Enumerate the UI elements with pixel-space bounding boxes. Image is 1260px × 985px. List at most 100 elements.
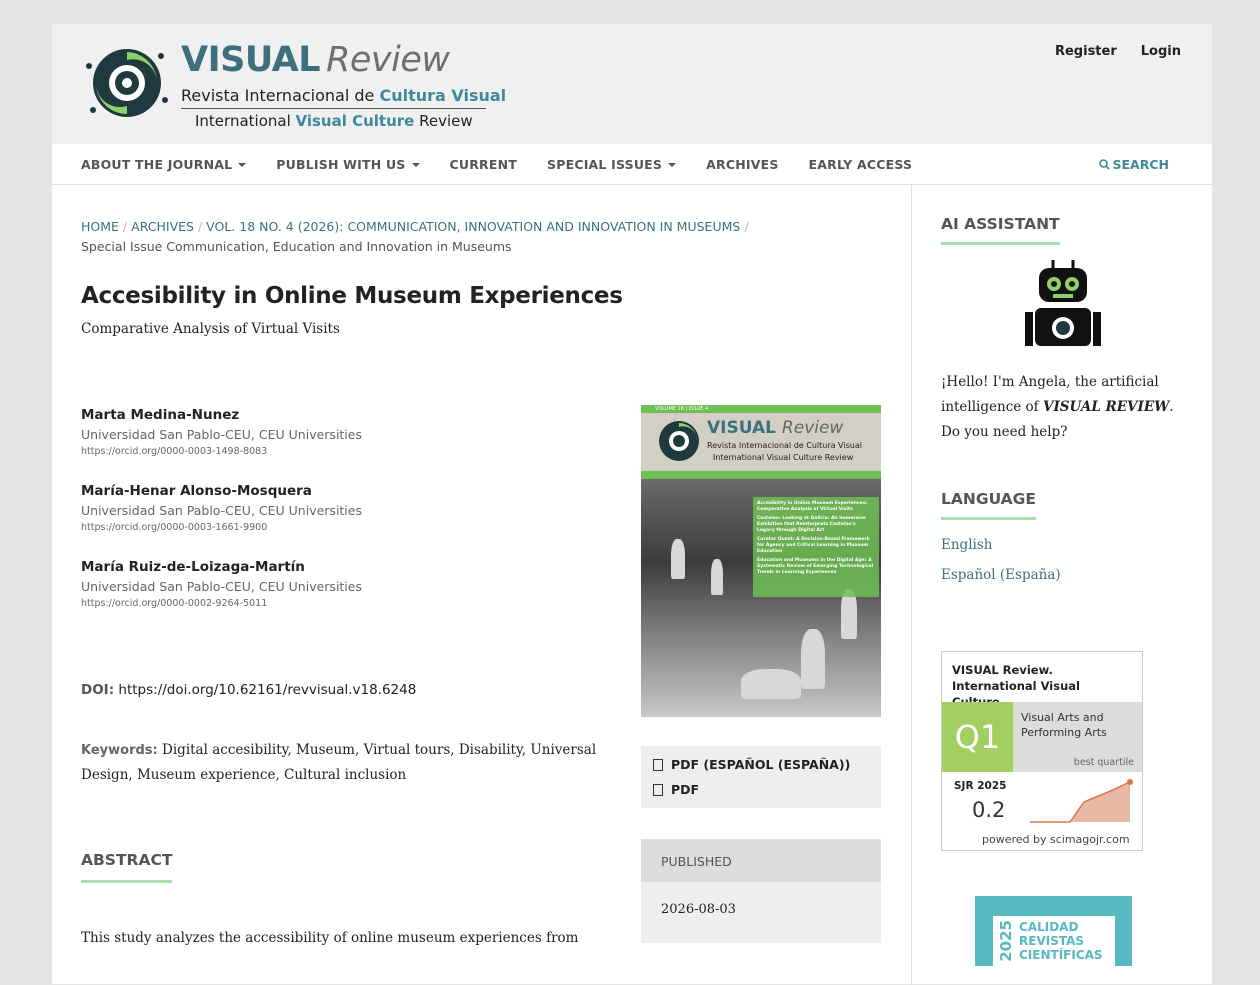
author-name: María Ruiz-de-Loizaga-Martín — [81, 559, 305, 575]
article-subtitle: Comparative Analysis of Virtual Visits — [81, 321, 340, 337]
language-english-link[interactable]: English — [941, 537, 992, 553]
calidad-year: 2025 — [997, 920, 1015, 962]
cover-toc-item: Curator Quest: A Decision-Based Framewor… — [757, 537, 870, 554]
brand-line1-pre: Revista Internacional de — [181, 86, 380, 105]
sjr-year: SJR 2025 — [954, 780, 1007, 792]
breadcrumb: HOME / ARCHIVES / VOL. 18 NO. 4 (2026): COMM… — [81, 217, 801, 257]
sjr-category-box: Visual Arts and Performing Arts best qua… — [1013, 702, 1142, 772]
author-item: Marta Medina-Nunez Universidad San Pablo… — [81, 407, 601, 457]
nav-publish-with-us[interactable]: PUBLISH WITH US — [276, 156, 420, 172]
author-affiliation: Universidad San Pablo-CEU, CEU Universit… — [81, 579, 362, 594]
cover-strip — [641, 471, 881, 479]
sjr-title: VISUAL Review. International Visual Cult… — [952, 663, 1080, 709]
brand-line1-highlight: Cultura Visual — [379, 86, 507, 105]
ai-assistant-heading: AI ASSISTANT — [941, 215, 1060, 245]
journal-logo-icon[interactable] — [81, 44, 173, 122]
sjr-category: Visual Arts and Performing Arts — [1021, 711, 1107, 739]
breadcrumb-separator: / — [122, 219, 128, 234]
cover-line1: Revista Internacional de Cultura Visual — [707, 441, 862, 450]
author-item: María-Henar Alonso-Mosquera Universidad … — [81, 483, 601, 533]
breadcrumb-issue[interactable]: VOL. 18 NO. 4 (2026): COMMUNICATION, INN… — [206, 219, 740, 234]
breadcrumb-separator: / — [744, 219, 749, 234]
abstract-text: This study analyzes the accessibility of… — [81, 930, 579, 946]
statue-shape — [801, 629, 825, 689]
search-icon — [1098, 159, 1110, 170]
chevron-down-icon — [668, 163, 677, 167]
brand[interactable]: VISUAL Review Revista Internacional de Cu… — [181, 40, 506, 130]
search-link[interactable]: SEARCH — [1098, 157, 1169, 172]
statue-shape — [711, 559, 723, 595]
author-item: María Ruiz-de-Loizaga-Martín Universidad… — [81, 559, 601, 609]
brand-subtitle-es: Revista Internacional de Cultura Visual — [181, 86, 506, 109]
abstract-heading: ABSTRACT — [81, 851, 173, 883]
keywords: Keywords: Digital accesibility, Museum, … — [81, 738, 601, 788]
calidad-line3: CIENTÍFICAS — [1019, 948, 1103, 962]
cover-title-review: Review — [781, 418, 844, 438]
nav-about-label: ABOUT THE JOURNAL — [81, 156, 233, 172]
search-label: SEARCH — [1112, 157, 1169, 172]
file-pdf-icon — [653, 783, 663, 796]
galley-label: PDF (ESPAÑOL (ESPAÑA)) — [671, 757, 851, 772]
main-nav: ABOUT THE JOURNAL PUBLISH WITH US CURREN… — [52, 144, 1212, 185]
sjr-best-quartile: best quartile — [1073, 757, 1134, 768]
pdf-link[interactable]: PDF — [653, 777, 869, 802]
author-affiliation: Universidad San Pablo-CEU, CEU Universit… — [81, 427, 362, 442]
cover-title-visual: VISUAL — [707, 418, 776, 438]
doi-link[interactable]: https://doi.org/10.62161/revvisual.v18.6… — [118, 682, 416, 698]
keywords-value: Digital accesibility, Museum, Virtual to… — [81, 742, 597, 783]
author-affiliation: Universidad San Pablo-CEU, CEU Universit… — [81, 503, 362, 518]
page: VISUAL Review Revista Internacional de Cu… — [52, 24, 1212, 985]
published-label: PUBLISHED — [641, 839, 881, 882]
calidad-badge-inner: 2025 CALIDAD REVISTAS CIENTÍFICAS — [993, 916, 1115, 966]
cover-logo-icon — [659, 421, 699, 461]
robot-assistant-icon[interactable] — [1023, 258, 1103, 354]
cover-photo: Accesibility in Online Museum Experience… — [641, 479, 881, 717]
brand-line2-highlight: Visual Culture — [295, 112, 415, 130]
login-link[interactable]: Login — [1141, 44, 1181, 59]
nav-current[interactable]: CURRENT — [450, 157, 518, 172]
issue-cover-image[interactable]: VOLUME 18 | ISSUE 4 VISUAL Review Revist… — [641, 405, 881, 717]
brand-word-review: Review — [326, 40, 450, 80]
sjr-trend-chart — [1030, 779, 1133, 823]
breadcrumb-home[interactable]: HOME — [81, 219, 119, 234]
language-spanish-link[interactable]: Español (España) — [941, 567, 1061, 583]
statue-shape — [671, 539, 685, 579]
nav-special-issues[interactable]: SPECIAL ISSUES — [547, 156, 677, 172]
main-content: HOME / ARCHIVES / VOL. 18 NO. 4 (2026): COMM… — [52, 185, 912, 985]
ai-assistant-text: ¡Hello! I'm Angela, the artificial intel… — [941, 370, 1191, 445]
pdf-spanish-link[interactable]: PDF (ESPAÑOL (ESPAÑA)) — [653, 752, 869, 777]
article-title: Accesibility in Online Museum Experience… — [81, 283, 623, 309]
breadcrumb-archives[interactable]: ARCHIVES — [131, 219, 194, 234]
author-name: María-Henar Alonso-Mosquera — [81, 483, 312, 499]
chevron-down-icon — [238, 163, 247, 167]
cover-header: VISUAL Review Revista Internacional de C… — [641, 413, 881, 471]
nav-early-access[interactable]: EARLY ACCESS — [809, 157, 913, 172]
brand-line2-pre: International — [195, 112, 296, 130]
author-orcid-link[interactable]: https://orcid.org/0000-0003-1498-8083 — [81, 446, 601, 457]
author-orcid-link[interactable]: https://orcid.org/0000-0002-9264-5011 — [81, 598, 601, 609]
cover-title: VISUAL Review — [707, 418, 843, 438]
galley-links: PDF (ESPAÑOL (ESPAÑA)) PDF — [641, 746, 881, 808]
language-heading: LANGUAGE — [941, 490, 1036, 520]
keywords-label: Keywords: — [81, 743, 158, 758]
author-name: Marta Medina-Nunez — [81, 407, 240, 423]
author-list: Marta Medina-Nunez Universidad San Pablo… — [81, 407, 601, 635]
brand-subtitle-en: International Visual Culture Review — [181, 112, 486, 130]
doi-label: DOI: — [81, 682, 115, 698]
sjr-widget[interactable]: VISUAL Review. International Visual Cult… — [941, 651, 1143, 851]
brand-line2-post: Review — [414, 112, 473, 130]
cover-toc-item: Accesibility in Online Museum Experience… — [757, 501, 868, 512]
nav-special-label: SPECIAL ISSUES — [547, 156, 663, 172]
sjr-score-row: SJR 2025 0.2 powered by scimagojr.com — [942, 772, 1142, 850]
sjr-quartile-badge: Q1 — [942, 702, 1013, 772]
cover-toc-box: Accesibility in Online Museum Experience… — [753, 497, 879, 597]
calidad-line1: CALIDAD — [1019, 920, 1079, 934]
published-block: PUBLISHED 2026-08-03 — [641, 839, 881, 943]
cover-volume-band: VOLUME 18 | ISSUE 4 — [641, 405, 881, 413]
author-orcid-link[interactable]: https://orcid.org/0000-0003-1661-9900 — [81, 522, 601, 533]
nav-archives[interactable]: ARCHIVES — [706, 157, 778, 172]
nav-about-journal[interactable]: ABOUT THE JOURNAL — [81, 156, 247, 172]
nav-publish-label: PUBLISH WITH US — [276, 156, 406, 172]
register-link[interactable]: Register — [1055, 44, 1117, 59]
file-pdf-icon — [653, 758, 663, 771]
